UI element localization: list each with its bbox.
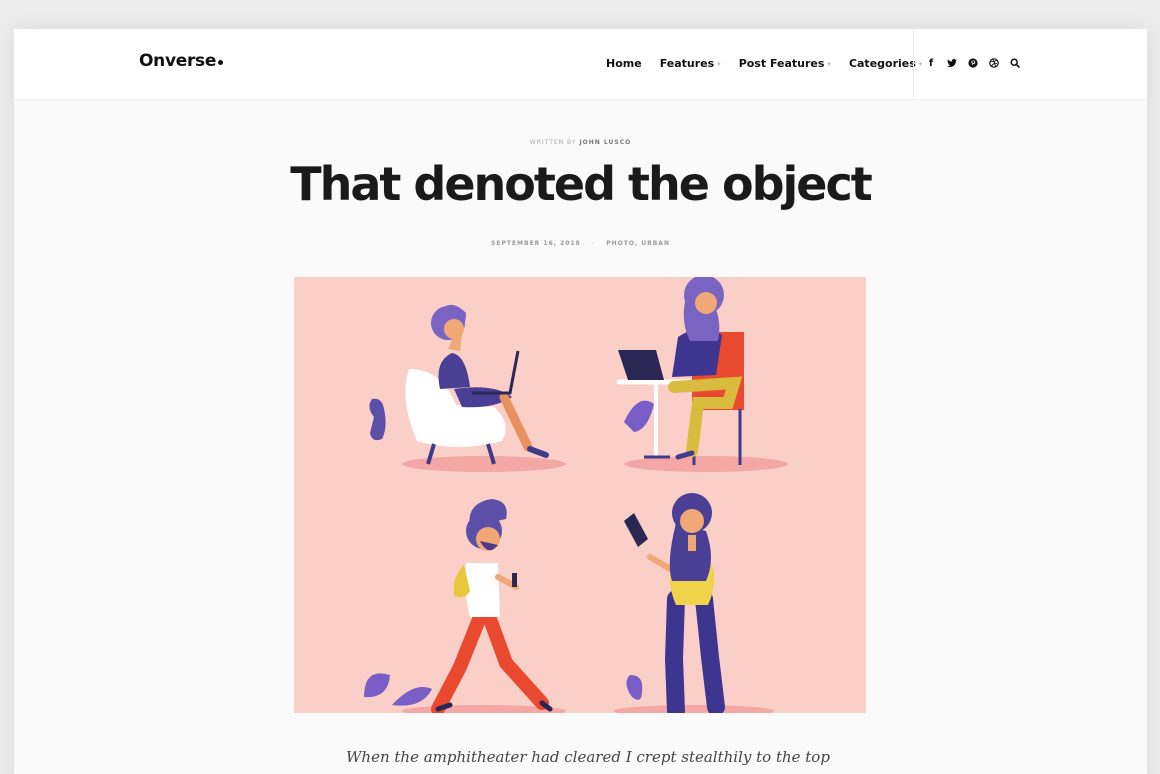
header-divider — [913, 29, 914, 99]
meta-separator: · — [591, 240, 596, 247]
chevron-down-icon: ▾ — [717, 59, 721, 68]
nav-post-features-label[interactable]: Post Features — [739, 57, 825, 70]
post-meta: SEPTEMBER 16, 2018 · PHOTO, URBAN — [14, 240, 1147, 247]
post-date: SEPTEMBER 16, 2018 — [491, 240, 581, 247]
chevron-down-icon: ▾ — [827, 59, 831, 68]
featured-image — [294, 277, 866, 713]
site-logo[interactable]: Onverse — [139, 51, 224, 71]
nav-home[interactable]: Home — [606, 57, 642, 70]
page: Onverse Home Features ▾ Post Features ▾ … — [14, 29, 1147, 774]
nav-features[interactable]: Features ▾ — [660, 57, 721, 70]
nav-home-label[interactable]: Home — [606, 57, 642, 70]
nav-post-features[interactable]: Post Features ▾ — [739, 57, 831, 70]
main-nav: Home Features ▾ Post Features ▾ Categori… — [606, 57, 940, 70]
nav-categories-label[interactable]: Categories — [849, 57, 916, 70]
post-author[interactable]: JOHN LUSCO — [579, 139, 631, 146]
post-title: That denoted the object — [290, 157, 872, 211]
nav-categories[interactable]: Categories ▾ — [849, 57, 922, 70]
site-header: Onverse Home Features ▾ Post Features ▾ … — [14, 29, 1147, 99]
facebook-icon[interactable]: f — [926, 58, 936, 69]
post-categories[interactable]: PHOTO, URBAN — [606, 240, 670, 247]
social-links: f — [926, 58, 1020, 69]
nav-features-label[interactable]: Features — [660, 57, 714, 70]
written-by-label: WRITTEN BY — [529, 139, 577, 146]
search-icon[interactable] — [1010, 58, 1020, 68]
chevron-down-icon: ▾ — [918, 59, 923, 68]
post-byline: WRITTEN BY JOHN LUSCO — [14, 139, 1147, 146]
twitter-icon[interactable] — [947, 58, 957, 68]
people-working-illustration — [364, 277, 788, 713]
logo-dot — [218, 60, 224, 65]
dribbble-icon[interactable] — [989, 58, 999, 68]
pinterest-icon[interactable] — [968, 58, 978, 68]
post-excerpt: When the amphitheater had cleared I crep… — [346, 748, 830, 766]
logo-text[interactable]: Onverse — [139, 51, 216, 71]
